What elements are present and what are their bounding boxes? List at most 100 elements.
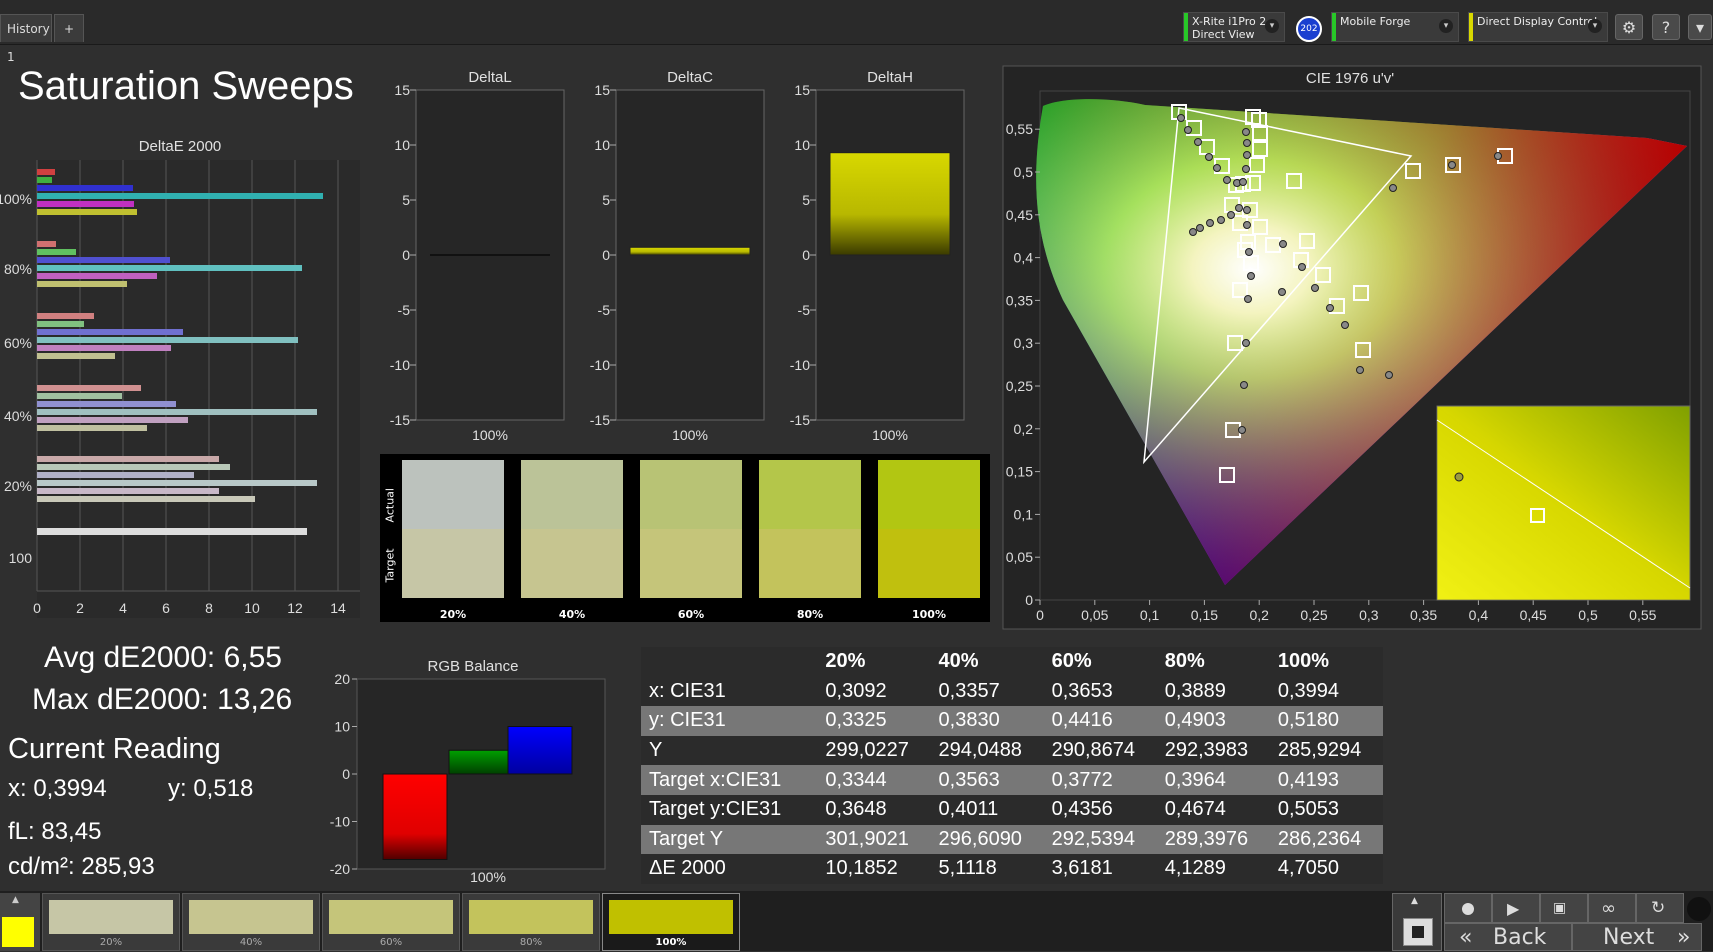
bar-blue <box>37 401 176 407</box>
back-button[interactable]: « Back <box>1444 923 1572 951</box>
settings-button[interactable]: ⚙ <box>1615 14 1643 40</box>
measured-point <box>1239 178 1247 186</box>
delta-chart-label: 100% <box>872 427 908 443</box>
chevron-down-icon: ▾ <box>1695 18 1705 37</box>
target-swatch <box>521 529 623 598</box>
x-tick: 2 <box>76 600 84 616</box>
table-cell: 0,5180 <box>1269 706 1383 736</box>
meter-selector[interactable]: X-Rite i1Pro 2 Direct View ▾ <box>1183 12 1285 42</box>
add-tab-button[interactable]: + <box>54 14 84 42</box>
table-cell: 0,3964 <box>1156 765 1270 795</box>
patch-color <box>329 900 453 934</box>
chevron-up-icon[interactable]: ▲ <box>1411 896 1418 906</box>
table-row: ΔE 2000 10,1852 5,1118 3,6181 4,1289 4,7050 <box>641 854 1383 884</box>
swatch-pair: 80% <box>759 460 861 621</box>
bar-blue <box>37 329 183 335</box>
measured-point <box>1206 219 1214 227</box>
bar-cyan <box>37 480 317 486</box>
actual-swatch <box>878 460 980 529</box>
bar-yellow <box>37 425 147 431</box>
table-cell: 0,3357 <box>930 676 1044 707</box>
luminance-cdm2: cd/m²: 285,93 <box>8 853 155 880</box>
status-indicator <box>1469 13 1473 41</box>
play-icon: ▶ <box>1507 899 1520 918</box>
table-cell: 0,3772 <box>1043 765 1157 795</box>
meter-badge[interactable]: 202 <box>1296 16 1322 42</box>
y-tick: -10 <box>790 357 810 373</box>
bar-blue <box>37 185 133 191</box>
target-swatch <box>878 529 980 598</box>
rgb-y-tick: 20 <box>334 671 350 687</box>
cie-x-tick: 0,45 <box>1520 607 1547 623</box>
y-tick: -15 <box>390 412 410 428</box>
actual-swatch <box>759 460 861 529</box>
read-series-button[interactable]: ▣ <box>1540 893 1588 923</box>
measured-point <box>1189 228 1197 236</box>
profile-selector[interactable]: Mobile Forge ▾ <box>1331 12 1459 42</box>
table-cell: 0,4674 <box>1156 794 1270 825</box>
next-button[interactable]: Next » <box>1572 923 1702 951</box>
rgb-y-tick: -20 <box>330 861 350 877</box>
bar-cyan <box>37 193 323 199</box>
delta-chart-label: 100% <box>472 427 508 443</box>
table-cell: 299,0227 <box>817 735 931 766</box>
y-tick: 5 <box>402 192 410 208</box>
loop-button[interactable]: ∞ <box>1588 893 1636 923</box>
cie-title: CIE 1976 u'v' <box>1306 70 1394 87</box>
display-control-selector[interactable]: Direct Display Control ▾ <box>1468 12 1608 42</box>
delta-bar <box>629 246 751 256</box>
table-cell: 292,3983 <box>1156 735 1270 766</box>
swatch-label: 60% <box>677 608 705 621</box>
red-bar <box>382 773 448 860</box>
chevron-up-icon[interactable]: ▲ <box>12 895 19 905</box>
x-tick: 4 <box>119 600 127 616</box>
stop-icon <box>1412 926 1424 938</box>
record-button[interactable] <box>1444 893 1492 923</box>
chevron-down-icon: ▾ <box>1265 19 1279 33</box>
chevron-down-icon: ▾ <box>1439 19 1453 33</box>
table-cell: 0,4903 <box>1156 706 1270 736</box>
patch-swatch[interactable]: 100% <box>602 893 740 951</box>
measured-point <box>1194 138 1202 146</box>
measured-point <box>1243 221 1251 229</box>
table-row: Target x:CIE31 0,3344 0,3563 0,3772 0,3964 0,… <box>641 765 1383 795</box>
bar-magenta <box>37 345 171 351</box>
top-toolbar: History 1 + X-Rite i1Pro 2 Direct View ▾… <box>0 0 1713 64</box>
refresh-button[interactable]: ↻ <box>1636 893 1684 923</box>
delta-chart-title: DeltaL <box>468 69 511 86</box>
cie-x-tick: 0,15 <box>1191 607 1218 623</box>
y-label-60: 60% <box>4 335 32 351</box>
patch-swatch[interactable]: 20% <box>42 893 180 951</box>
y-tick: 15 <box>594 82 610 98</box>
measured-point <box>1247 272 1255 280</box>
patch-swatch[interactable]: 60% <box>322 893 460 951</box>
table-cell: 301,9021 <box>817 824 931 855</box>
zoom-measured-point <box>1454 472 1464 482</box>
tab-history-1[interactable]: History 1 <box>0 14 52 64</box>
table-cell: 0,3563 <box>930 765 1044 795</box>
measured-point <box>1245 248 1253 256</box>
column-header: 80% <box>1156 647 1270 677</box>
bar-green <box>37 177 52 183</box>
y-tick: 15 <box>794 82 810 98</box>
bar-red <box>37 313 94 319</box>
bar-yellow <box>37 209 137 215</box>
play-button[interactable]: ▶ <box>1492 893 1540 923</box>
y-tick: 0 <box>602 247 610 263</box>
rgb-y-tick: 0 <box>342 766 350 782</box>
stop-button[interactable] <box>1403 918 1433 946</box>
cie-x-tick: 0,4 <box>1469 607 1489 623</box>
table-cell: 289,3976 <box>1156 824 1270 855</box>
patch-swatch[interactable]: 80% <box>462 893 600 951</box>
help-button[interactable]: ? <box>1652 14 1680 40</box>
window-menu-button[interactable]: ▾ <box>1688 14 1712 40</box>
measured-point <box>1278 288 1286 296</box>
infinity-icon: ∞ <box>1601 898 1616 919</box>
patch-label: 60% <box>379 937 403 948</box>
table-corner <box>641 647 818 677</box>
rgb-balance-label: 100% <box>470 869 506 885</box>
measured-point <box>1223 176 1231 184</box>
cie-y-tick: 0,55 <box>1006 121 1033 137</box>
patch-swatch[interactable]: 40% <box>182 893 320 951</box>
measured-point <box>1448 161 1456 169</box>
